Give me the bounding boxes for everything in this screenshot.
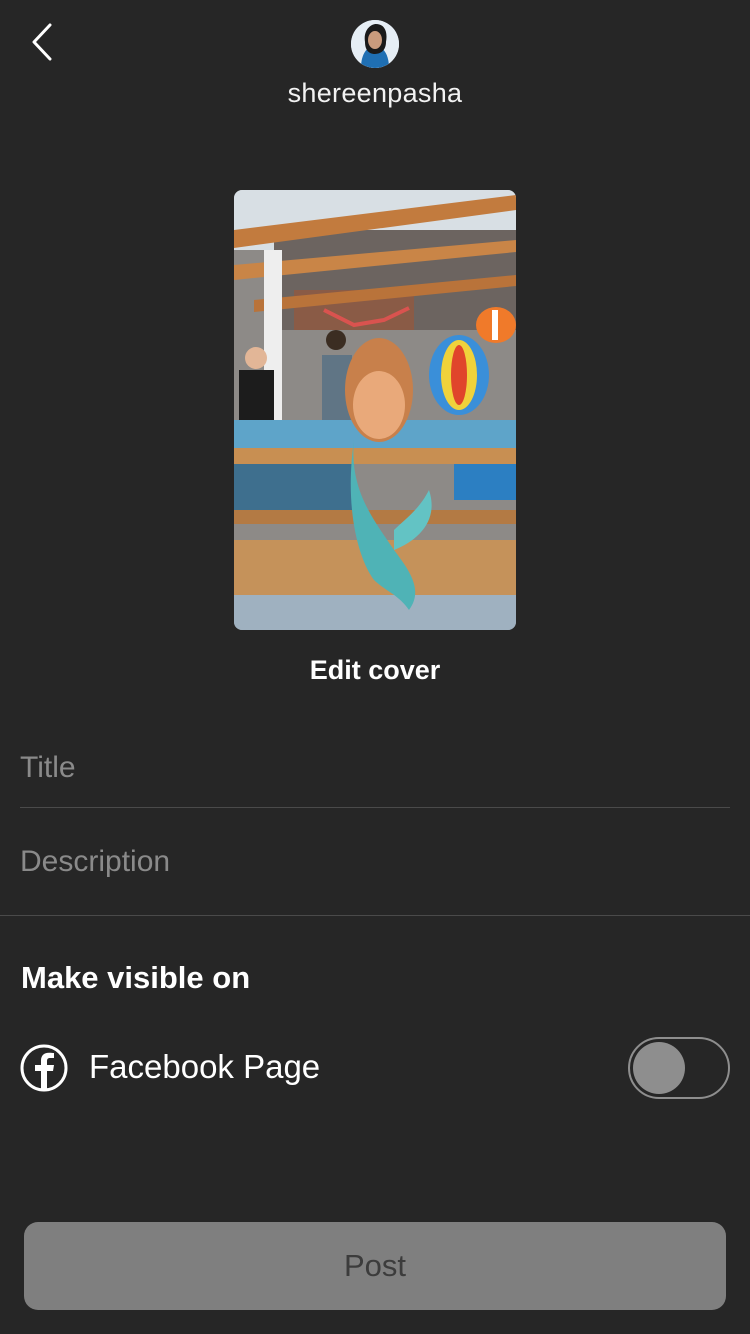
divider xyxy=(20,807,730,808)
description-input[interactable] xyxy=(20,832,730,892)
toggle-knob xyxy=(633,1042,685,1094)
facebook-page-toggle[interactable] xyxy=(628,1037,730,1099)
username: shereenpasha xyxy=(287,78,463,108)
avatar xyxy=(351,20,399,68)
visibility-heading: Make visible on xyxy=(21,960,251,995)
edit-cover-button[interactable]: Edit cover xyxy=(0,655,750,686)
facebook-page-option[interactable]: Facebook Page xyxy=(0,1032,750,1104)
divider xyxy=(0,915,750,916)
chevron-left-icon xyxy=(32,23,52,61)
post-button-label: Post xyxy=(343,1248,407,1283)
facebook-icon xyxy=(20,1044,68,1092)
back-button[interactable] xyxy=(22,22,62,62)
title-input[interactable] xyxy=(20,738,730,798)
igtv-upload-screen: shereenpasha Edit cover Title Descriptio… xyxy=(0,0,750,1334)
cover-image[interactable] xyxy=(234,190,516,630)
post-button[interactable]: Post xyxy=(24,1222,726,1310)
facebook-page-label: Facebook Page xyxy=(89,1048,321,1085)
